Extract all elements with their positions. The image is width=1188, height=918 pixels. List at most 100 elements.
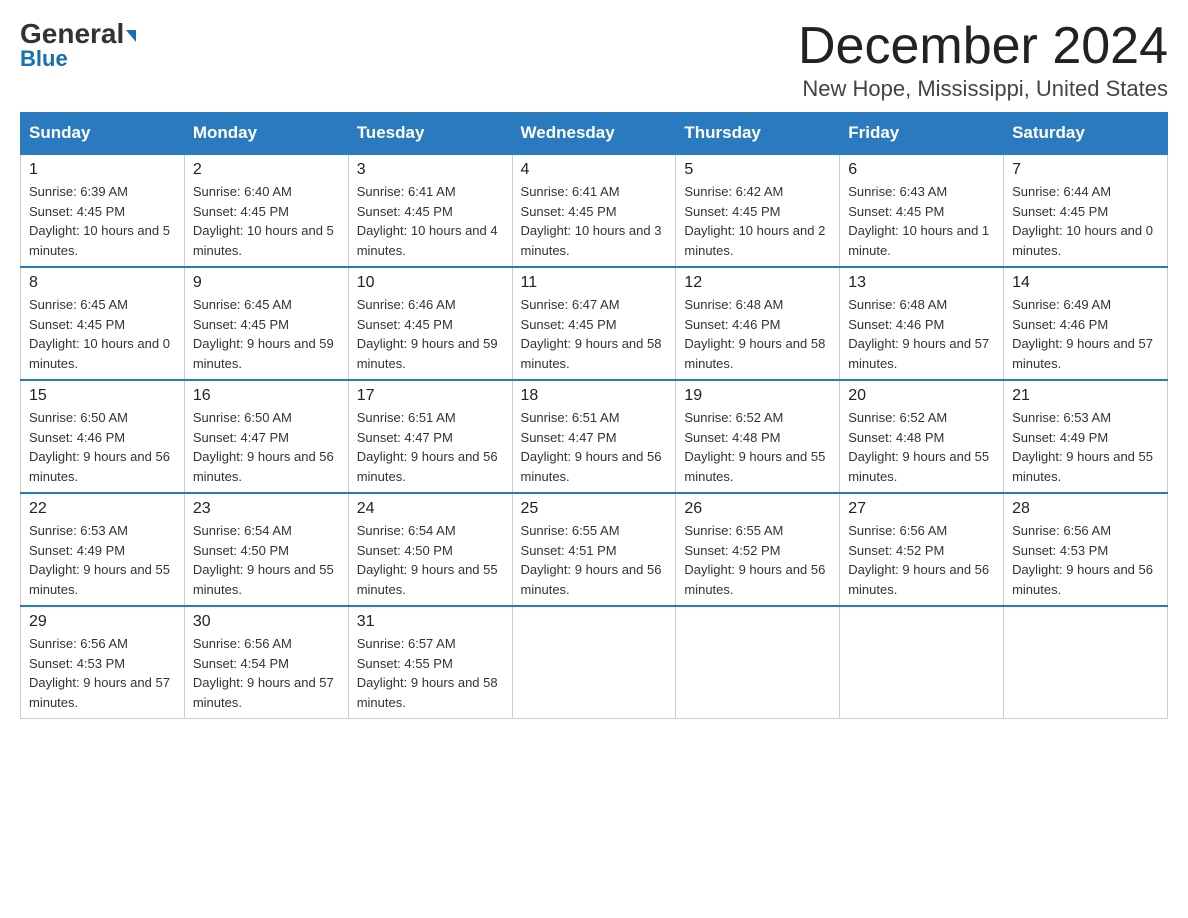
location-subtitle: New Hope, Mississippi, United States xyxy=(798,76,1168,102)
calendar-cell xyxy=(512,606,676,719)
calendar-cell: 23 Sunrise: 6:54 AMSunset: 4:50 PMDaylig… xyxy=(184,493,348,606)
day-info: Sunrise: 6:48 AMSunset: 4:46 PMDaylight:… xyxy=(848,295,995,373)
calendar-cell: 18 Sunrise: 6:51 AMSunset: 4:47 PMDaylig… xyxy=(512,380,676,493)
logo-arrow-icon xyxy=(126,30,136,42)
day-number: 26 xyxy=(684,500,831,518)
day-number: 23 xyxy=(193,500,340,518)
day-info: Sunrise: 6:57 AMSunset: 4:55 PMDaylight:… xyxy=(357,634,504,712)
calendar-cell: 10 Sunrise: 6:46 AMSunset: 4:45 PMDaylig… xyxy=(348,267,512,380)
calendar-cell: 28 Sunrise: 6:56 AMSunset: 4:53 PMDaylig… xyxy=(1004,493,1168,606)
calendar-cell: 9 Sunrise: 6:45 AMSunset: 4:45 PMDayligh… xyxy=(184,267,348,380)
col-friday: Friday xyxy=(840,113,1004,155)
day-number: 24 xyxy=(357,500,504,518)
day-info: Sunrise: 6:55 AMSunset: 4:52 PMDaylight:… xyxy=(684,521,831,599)
day-number: 8 xyxy=(29,274,176,292)
day-info: Sunrise: 6:50 AMSunset: 4:46 PMDaylight:… xyxy=(29,408,176,486)
day-info: Sunrise: 6:53 AMSunset: 4:49 PMDaylight:… xyxy=(29,521,176,599)
calendar-cell: 1 Sunrise: 6:39 AMSunset: 4:45 PMDayligh… xyxy=(21,154,185,267)
col-sunday: Sunday xyxy=(21,113,185,155)
day-number: 1 xyxy=(29,161,176,179)
day-info: Sunrise: 6:49 AMSunset: 4:46 PMDaylight:… xyxy=(1012,295,1159,373)
calendar-header: Sunday Monday Tuesday Wednesday Thursday… xyxy=(21,113,1168,155)
day-info: Sunrise: 6:56 AMSunset: 4:52 PMDaylight:… xyxy=(848,521,995,599)
logo-part2: Blue xyxy=(20,46,68,72)
calendar-cell: 17 Sunrise: 6:51 AMSunset: 4:47 PMDaylig… xyxy=(348,380,512,493)
day-number: 11 xyxy=(521,274,668,292)
day-number: 6 xyxy=(848,161,995,179)
calendar-cell: 19 Sunrise: 6:52 AMSunset: 4:48 PMDaylig… xyxy=(676,380,840,493)
day-info: Sunrise: 6:40 AMSunset: 4:45 PMDaylight:… xyxy=(193,182,340,260)
calendar-cell: 20 Sunrise: 6:52 AMSunset: 4:48 PMDaylig… xyxy=(840,380,1004,493)
calendar-cell: 13 Sunrise: 6:48 AMSunset: 4:46 PMDaylig… xyxy=(840,267,1004,380)
day-number: 18 xyxy=(521,387,668,405)
page-header: General Blue December 2024 New Hope, Mis… xyxy=(20,20,1168,102)
day-number: 9 xyxy=(193,274,340,292)
calendar-cell: 6 Sunrise: 6:43 AMSunset: 4:45 PMDayligh… xyxy=(840,154,1004,267)
calendar-week-row: 29 Sunrise: 6:56 AMSunset: 4:53 PMDaylig… xyxy=(21,606,1168,719)
calendar-cell xyxy=(676,606,840,719)
day-number: 27 xyxy=(848,500,995,518)
day-info: Sunrise: 6:42 AMSunset: 4:45 PMDaylight:… xyxy=(684,182,831,260)
logo: General Blue xyxy=(20,20,136,72)
calendar-cell: 22 Sunrise: 6:53 AMSunset: 4:49 PMDaylig… xyxy=(21,493,185,606)
day-info: Sunrise: 6:52 AMSunset: 4:48 PMDaylight:… xyxy=(848,408,995,486)
calendar-cell xyxy=(1004,606,1168,719)
day-info: Sunrise: 6:41 AMSunset: 4:45 PMDaylight:… xyxy=(357,182,504,260)
day-info: Sunrise: 6:46 AMSunset: 4:45 PMDaylight:… xyxy=(357,295,504,373)
calendar-cell: 7 Sunrise: 6:44 AMSunset: 4:45 PMDayligh… xyxy=(1004,154,1168,267)
calendar-week-row: 22 Sunrise: 6:53 AMSunset: 4:49 PMDaylig… xyxy=(21,493,1168,606)
calendar-cell: 2 Sunrise: 6:40 AMSunset: 4:45 PMDayligh… xyxy=(184,154,348,267)
calendar-cell: 29 Sunrise: 6:56 AMSunset: 4:53 PMDaylig… xyxy=(21,606,185,719)
col-monday: Monday xyxy=(184,113,348,155)
calendar-cell: 27 Sunrise: 6:56 AMSunset: 4:52 PMDaylig… xyxy=(840,493,1004,606)
day-number: 2 xyxy=(193,161,340,179)
day-info: Sunrise: 6:45 AMSunset: 4:45 PMDaylight:… xyxy=(29,295,176,373)
day-number: 5 xyxy=(684,161,831,179)
day-number: 29 xyxy=(29,613,176,631)
calendar-cell: 8 Sunrise: 6:45 AMSunset: 4:45 PMDayligh… xyxy=(21,267,185,380)
day-number: 28 xyxy=(1012,500,1159,518)
day-number: 14 xyxy=(1012,274,1159,292)
day-number: 15 xyxy=(29,387,176,405)
day-number: 19 xyxy=(684,387,831,405)
calendar-cell: 11 Sunrise: 6:47 AMSunset: 4:45 PMDaylig… xyxy=(512,267,676,380)
calendar-cell: 5 Sunrise: 6:42 AMSunset: 4:45 PMDayligh… xyxy=(676,154,840,267)
day-info: Sunrise: 6:56 AMSunset: 4:53 PMDaylight:… xyxy=(1012,521,1159,599)
day-info: Sunrise: 6:51 AMSunset: 4:47 PMDaylight:… xyxy=(357,408,504,486)
day-number: 21 xyxy=(1012,387,1159,405)
day-info: Sunrise: 6:56 AMSunset: 4:53 PMDaylight:… xyxy=(29,634,176,712)
day-number: 17 xyxy=(357,387,504,405)
day-info: Sunrise: 6:45 AMSunset: 4:45 PMDaylight:… xyxy=(193,295,340,373)
calendar-cell: 12 Sunrise: 6:48 AMSunset: 4:46 PMDaylig… xyxy=(676,267,840,380)
day-info: Sunrise: 6:54 AMSunset: 4:50 PMDaylight:… xyxy=(193,521,340,599)
day-number: 4 xyxy=(521,161,668,179)
day-number: 30 xyxy=(193,613,340,631)
calendar-week-row: 8 Sunrise: 6:45 AMSunset: 4:45 PMDayligh… xyxy=(21,267,1168,380)
day-number: 10 xyxy=(357,274,504,292)
day-info: Sunrise: 6:50 AMSunset: 4:47 PMDaylight:… xyxy=(193,408,340,486)
day-info: Sunrise: 6:52 AMSunset: 4:48 PMDaylight:… xyxy=(684,408,831,486)
calendar-body: 1 Sunrise: 6:39 AMSunset: 4:45 PMDayligh… xyxy=(21,154,1168,719)
day-number: 25 xyxy=(521,500,668,518)
month-year-title: December 2024 xyxy=(798,20,1168,72)
day-info: Sunrise: 6:43 AMSunset: 4:45 PMDaylight:… xyxy=(848,182,995,260)
calendar-cell: 4 Sunrise: 6:41 AMSunset: 4:45 PMDayligh… xyxy=(512,154,676,267)
calendar-cell: 25 Sunrise: 6:55 AMSunset: 4:51 PMDaylig… xyxy=(512,493,676,606)
day-number: 12 xyxy=(684,274,831,292)
day-info: Sunrise: 6:51 AMSunset: 4:47 PMDaylight:… xyxy=(521,408,668,486)
day-number: 3 xyxy=(357,161,504,179)
col-wednesday: Wednesday xyxy=(512,113,676,155)
day-info: Sunrise: 6:53 AMSunset: 4:49 PMDaylight:… xyxy=(1012,408,1159,486)
calendar-cell: 3 Sunrise: 6:41 AMSunset: 4:45 PMDayligh… xyxy=(348,154,512,267)
day-info: Sunrise: 6:55 AMSunset: 4:51 PMDaylight:… xyxy=(521,521,668,599)
calendar-cell xyxy=(840,606,1004,719)
day-info: Sunrise: 6:56 AMSunset: 4:54 PMDaylight:… xyxy=(193,634,340,712)
header-row: Sunday Monday Tuesday Wednesday Thursday… xyxy=(21,113,1168,155)
day-info: Sunrise: 6:54 AMSunset: 4:50 PMDaylight:… xyxy=(357,521,504,599)
calendar-cell: 31 Sunrise: 6:57 AMSunset: 4:55 PMDaylig… xyxy=(348,606,512,719)
day-number: 31 xyxy=(357,613,504,631)
title-block: December 2024 New Hope, Mississippi, Uni… xyxy=(798,20,1168,102)
col-saturday: Saturday xyxy=(1004,113,1168,155)
day-info: Sunrise: 6:47 AMSunset: 4:45 PMDaylight:… xyxy=(521,295,668,373)
calendar-week-row: 15 Sunrise: 6:50 AMSunset: 4:46 PMDaylig… xyxy=(21,380,1168,493)
